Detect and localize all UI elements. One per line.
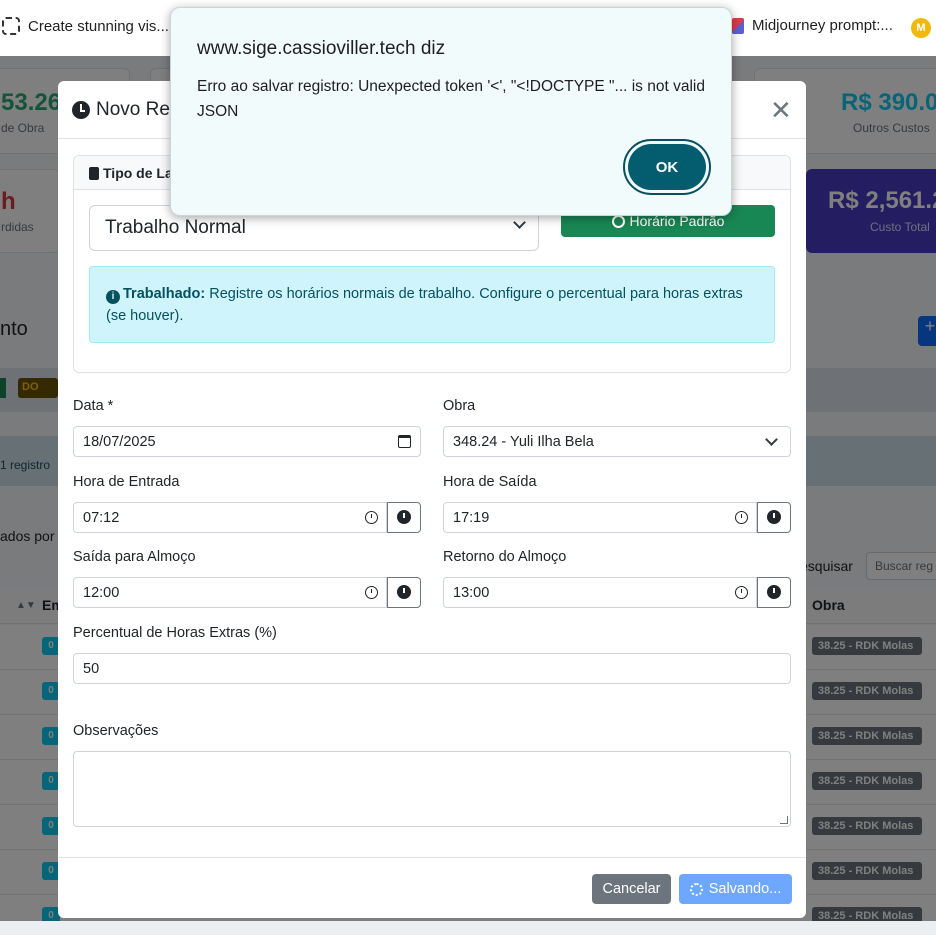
clock-icon [767, 585, 781, 599]
clipboard-icon [89, 166, 99, 180]
entry-type-value: Trabalho Normal [105, 217, 246, 238]
spinner-icon [689, 882, 703, 896]
modal-title: Novo Reg [72, 99, 181, 121]
save-button[interactable]: Salvando... [679, 874, 792, 904]
lunch-out-now-button[interactable] [387, 577, 421, 608]
bookmark-label: Create stunning vis... [28, 17, 169, 35]
clock-icon [397, 585, 411, 599]
lunch-out-label: Saída para Almoço [73, 549, 196, 565]
clock-icon [767, 510, 781, 524]
info-alert: i Trabalhado: Registre os horários normai… [89, 266, 775, 343]
clock-icon [72, 101, 90, 119]
lunch-return-value: 13:00 [453, 585, 490, 601]
modal-footer: Cancelar Salvando... [58, 857, 806, 918]
notes-textarea[interactable] [73, 751, 791, 827]
exit-time-label: Hora de Saída [443, 474, 537, 490]
browser-bottom-strip [0, 921, 936, 935]
overtime-percent-label: Percentual de Horas Extras (%) [73, 625, 277, 641]
bookmark-midjourney[interactable]: Midjourney prompt:... [732, 17, 893, 34]
info-alert-title: Trabalhado: [123, 286, 206, 302]
resize-handle-icon[interactable] [780, 816, 788, 824]
alert-message: Erro ao salvar registro: Unexpected toke… [197, 78, 705, 120]
alert-title: www.sige.cassioviller.tech diz [197, 38, 446, 59]
exit-time-value: 17:19 [453, 510, 490, 526]
modal-title-text: Novo Reg [96, 99, 181, 120]
extension-coin-icon[interactable]: M [911, 18, 931, 38]
lunch-return-input[interactable]: 13:00 [443, 577, 757, 608]
entry-type-title-text: Tipo de La [103, 165, 173, 181]
bookmark-frame-icon [2, 17, 20, 35]
bookmark-label: Midjourney prompt:... [752, 17, 893, 34]
date-value: 18/07/2025 [83, 434, 156, 450]
overtime-percent-value: 50 [83, 661, 100, 677]
lunch-out-input[interactable]: 12:00 [73, 577, 387, 608]
clock-icon [611, 214, 625, 228]
notes-label: Observações [73, 723, 159, 739]
chevron-down-icon [513, 216, 526, 229]
entry-time-value: 07:12 [83, 510, 120, 526]
clock-icon [365, 586, 378, 599]
overtime-percent-input[interactable]: 50 [73, 653, 791, 684]
obra-select[interactable]: 348.24 - Yuli Ilha Bela [443, 426, 791, 457]
lunch-return-now-button[interactable] [757, 577, 791, 608]
alert-ok-label: OK [628, 144, 706, 190]
chevron-down-icon [765, 433, 778, 446]
close-icon[interactable]: ✕ [770, 95, 792, 125]
date-input[interactable]: 18/07/2025 [73, 426, 421, 457]
save-button-label: Salvando... [708, 881, 782, 897]
exit-time-now-button[interactable] [757, 502, 791, 533]
bookmark-create-stunning[interactable]: Create stunning vis... [2, 17, 169, 35]
clock-icon [397, 510, 411, 524]
clock-icon [365, 511, 378, 524]
entry-type-title: Tipo de La [89, 165, 173, 181]
entry-time-label: Hora de Entrada [73, 474, 180, 490]
entry-time-now-button[interactable] [387, 502, 421, 533]
clock-icon [735, 511, 748, 524]
calendar-icon[interactable] [398, 435, 411, 448]
info-icon: i [106, 290, 120, 304]
obra-label: Obra [443, 398, 476, 414]
alert-ok-button[interactable]: OK [623, 139, 711, 195]
entry-time-input[interactable]: 07:12 [73, 502, 387, 533]
date-label: Data * [73, 398, 114, 414]
exit-time-input[interactable]: 17:19 [443, 502, 757, 533]
midjourney-icon [732, 17, 744, 34]
obra-value: 348.24 - Yuli Ilha Bela [453, 434, 594, 450]
cancel-button[interactable]: Cancelar [592, 874, 671, 904]
clock-icon [735, 586, 748, 599]
browser-alert-dialog: www.sige.cassioviller.tech diz Erro ao s… [170, 7, 732, 216]
lunch-out-value: 12:00 [83, 585, 120, 601]
lunch-return-label: Retorno do Almoço [443, 549, 567, 565]
